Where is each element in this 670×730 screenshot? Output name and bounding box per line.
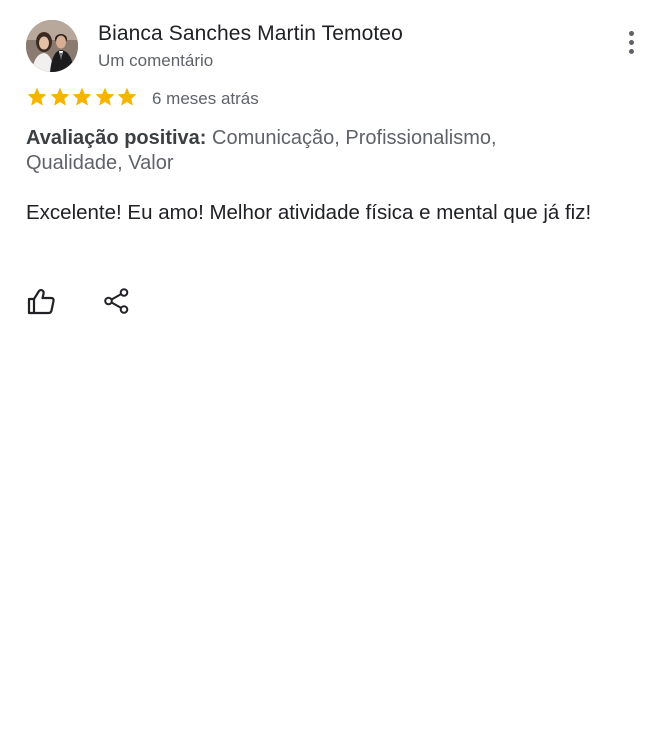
review-card: Bianca Sanches Martin Temoteo Um comentá… (0, 0, 670, 730)
review-text: Excelente! Eu amo! Melhor atividade físi… (26, 201, 592, 224)
like-button[interactable] (26, 286, 56, 316)
avatar[interactable] (26, 20, 78, 72)
review-actions (26, 286, 226, 316)
star-rating (26, 86, 139, 110)
star-icon (50, 87, 69, 106)
star-icon (27, 87, 47, 106)
star-icon (95, 87, 114, 106)
more-vert-icon (629, 31, 634, 36)
share-icon (104, 288, 129, 314)
star-icon (117, 87, 137, 106)
more-vert-icon-dot (629, 49, 634, 54)
positive-aspects: Avaliação positiva: Comunicação, Profiss… (26, 126, 586, 176)
share-button[interactable] (102, 286, 132, 316)
reviewer-name[interactable]: Bianca Sanches Martin Temoteo (98, 22, 403, 46)
review-header: Bianca Sanches Martin Temoteo Um comentá… (26, 20, 646, 76)
thumb-up-icon (27, 288, 55, 315)
more-options-button[interactable] (620, 28, 644, 58)
positive-label: Avaliação positiva: (26, 127, 207, 149)
review-date: 6 meses atrás (152, 89, 259, 108)
reviewer-review-count: Um comentário (98, 51, 214, 70)
rating-row: 6 meses atrás (26, 86, 426, 112)
more-vert-icon-dot (629, 40, 634, 45)
avatar-photo (26, 20, 78, 72)
star-icon (72, 87, 92, 106)
